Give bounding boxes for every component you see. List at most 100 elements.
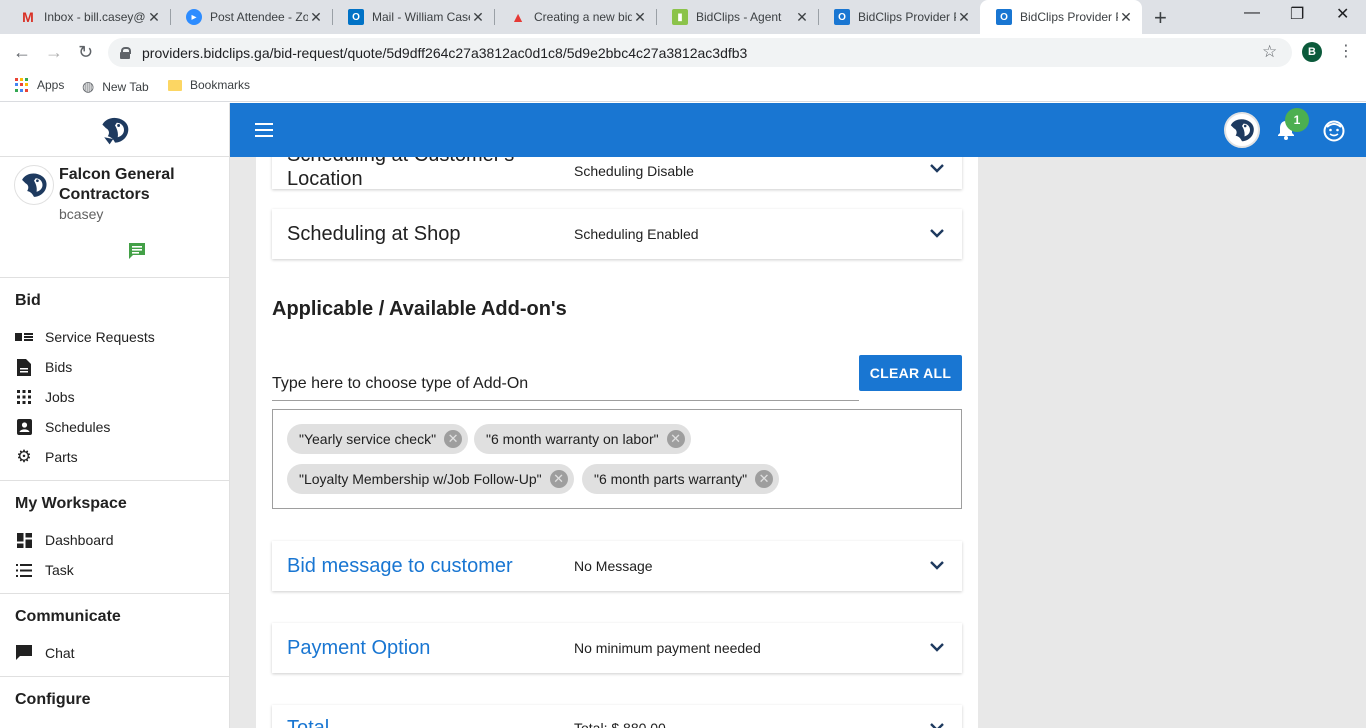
chevron-down-icon[interactable] <box>930 561 944 570</box>
bid-form-panel: Scheduling at Customer's Location Schedu… <box>256 157 978 728</box>
browser-tab-outlook[interactable]: O Mail - William Case ✕ <box>332 0 494 34</box>
bidclips-provider-icon: O <box>996 9 1012 25</box>
chevron-down-icon[interactable] <box>930 164 944 173</box>
card-total[interactable]: Total Total: $ 880.00 <box>272 705 962 728</box>
card-scheduling-shop[interactable]: Scheduling at Shop Scheduling Enabled <box>272 209 962 259</box>
addon-chip: "Yearly service check" ✕ <box>287 424 469 454</box>
sidebar-item-dashboard[interactable]: Dashboard <box>15 525 214 555</box>
sidebar-section-workspace: My Workspace Dashboard Task <box>0 481 229 589</box>
falcon-logo-icon <box>101 117 128 144</box>
sidebar-item-chat[interactable]: Chat <box>15 638 214 668</box>
card-scheduling-customer[interactable]: Scheduling at Customer's Location Schedu… <box>272 157 962 190</box>
browser-tab-new-bid[interactable]: ▲ Creating a new bid ✕ <box>494 0 656 34</box>
address-bar: ← → ↻ providers.bidclips.ga/bid-request/… <box>0 34 1366 71</box>
remove-chip-icon[interactable]: ✕ <box>444 430 463 448</box>
browser-tab-gmail[interactable]: M Inbox - bill.casey@ ✕ <box>4 0 170 34</box>
dashboard-icon <box>15 531 33 549</box>
star-icon[interactable]: ☆ <box>1262 42 1277 62</box>
company-avatar[interactable] <box>14 165 54 205</box>
notification-badge: 1 <box>1285 108 1309 132</box>
sidebar-section-communicate: Communicate Chat <box>0 594 229 672</box>
browser-tab-bidclips-provider[interactable]: O BidClips Provider P ✕ <box>818 0 980 34</box>
close-icon[interactable]: ✕ <box>1118 9 1134 26</box>
sidebar-item-bids[interactable]: Bids <box>15 352 214 382</box>
close-icon[interactable]: ✕ <box>956 9 972 26</box>
document-icon <box>15 358 33 376</box>
list-icon <box>15 561 33 579</box>
chat-icon <box>15 644 33 662</box>
gear-icon: ⚙ <box>16 447 32 466</box>
outlook-icon: O <box>348 9 364 25</box>
restore-icon[interactable]: ❐ <box>1290 4 1304 24</box>
sidebar: Falcon General Contractors bcasey Bid Se… <box>0 103 230 728</box>
remove-chip-icon[interactable]: ✕ <box>549 470 568 488</box>
folder-icon <box>168 79 182 91</box>
url-input[interactable]: providers.bidclips.ga/bid-request/quote/… <box>108 38 1292 67</box>
addon-chip: "Loyalty Membership w/Job Follow-Up" ✕ <box>287 464 574 494</box>
close-icon[interactable]: ✕ <box>308 9 324 26</box>
sidebar-heading-bid: Bid <box>15 292 41 309</box>
bookmark-apps[interactable]: Apps <box>15 78 64 92</box>
sidebar-heading-communicate: Communicate <box>15 608 121 625</box>
username: bcasey <box>59 206 104 222</box>
addon-chip: "6 month parts warranty" ✕ <box>582 464 780 494</box>
card-bid-message[interactable]: Bid message to customer No Message <box>272 541 962 591</box>
chevron-down-icon[interactable] <box>930 229 944 238</box>
bookmark-new-tab[interactable]: ◍ New Tab <box>82 78 149 95</box>
falcon-logo-icon <box>1230 119 1254 142</box>
sidebar-item-service-requests[interactable]: Service Requests <box>15 322 214 352</box>
provider-avatar[interactable] <box>1224 112 1260 148</box>
profile-block: Falcon General Contractors bcasey <box>0 157 229 278</box>
sidebar-section-configure: Configure <box>0 677 229 725</box>
close-icon[interactable]: ✕ <box>632 9 648 26</box>
bidclips-icon: ▮ <box>672 9 688 25</box>
contact-card-icon <box>15 418 33 436</box>
minimize-icon[interactable]: — <box>1244 4 1260 22</box>
sidebar-item-parts[interactable]: ⚙ Parts <box>15 442 214 472</box>
clear-all-button[interactable]: CLEAR ALL <box>859 355 962 391</box>
back-arrow-icon[interactable]: ← <box>13 42 31 63</box>
chevron-down-icon[interactable] <box>930 643 944 652</box>
card-payment-option[interactable]: Payment Option No minimum payment needed <box>272 623 962 673</box>
close-icon[interactable]: ✕ <box>146 9 162 26</box>
chat-bubble-icon[interactable] <box>127 241 147 261</box>
sidebar-item-schedules[interactable]: Schedules <box>15 412 214 442</box>
profile-avatar[interactable]: B <box>1302 42 1322 62</box>
sidebar-item-jobs[interactable]: Jobs <box>15 382 214 412</box>
company-name: Falcon General Contractors <box>59 166 175 203</box>
new-tab-button[interactable]: + <box>1154 5 1167 31</box>
app-logo[interactable] <box>0 103 229 157</box>
browser-tab-zoom[interactable]: ▸ Post Attendee - Zo ✕ <box>170 0 332 34</box>
bookmark-folder[interactable]: Bookmarks <box>168 78 250 92</box>
bidclips-provider-icon: O <box>834 9 850 25</box>
addons-heading: Applicable / Available Add-on's <box>272 298 567 320</box>
browser-tab-bar: M Inbox - bill.casey@ ✕ ▸ Post Attendee … <box>0 0 1366 34</box>
browser-tab-bidclips-provider-active[interactable]: O BidClips Provider P ✕ <box>980 0 1142 34</box>
close-icon[interactable]: ✕ <box>794 9 810 26</box>
remove-chip-icon[interactable]: ✕ <box>755 470 774 488</box>
sidebar-heading-workspace: My Workspace <box>15 495 127 512</box>
close-icon[interactable]: ✕ <box>470 9 486 26</box>
globe-icon: ◍ <box>82 78 95 94</box>
apps-grid-icon <box>15 78 29 92</box>
gmail-icon: M <box>22 9 34 25</box>
falcon-logo-icon <box>22 173 47 197</box>
forward-arrow-icon[interactable]: → <box>45 42 63 63</box>
service-requests-icon <box>15 328 33 346</box>
browser-tab-bidclips-agent[interactable]: ▮ BidClips - Agent ✕ <box>656 0 818 34</box>
app-top-bar: 1 <box>230 103 1366 157</box>
sidebar-heading-configure: Configure <box>15 691 91 708</box>
reload-icon[interactable]: ↻ <box>78 42 93 63</box>
chevron-down-icon[interactable] <box>930 723 944 728</box>
remove-chip-icon[interactable]: ✕ <box>666 430 685 448</box>
account-face-icon[interactable] <box>1323 120 1345 142</box>
main-content: Scheduling at Customer's Location Schedu… <box>230 157 1366 728</box>
close-window-icon[interactable]: ✕ <box>1336 4 1349 24</box>
menu-kebab-icon[interactable]: ⋮ <box>1338 41 1354 61</box>
zoom-icon: ▸ <box>186 9 202 25</box>
sidebar-item-task[interactable]: Task <box>15 555 214 585</box>
triangle-icon: ▲ <box>511 9 525 25</box>
hamburger-menu-icon[interactable] <box>255 123 273 137</box>
addon-type-input[interactable]: Type here to choose type of Add-On <box>272 367 859 401</box>
lock-icon <box>120 46 131 59</box>
